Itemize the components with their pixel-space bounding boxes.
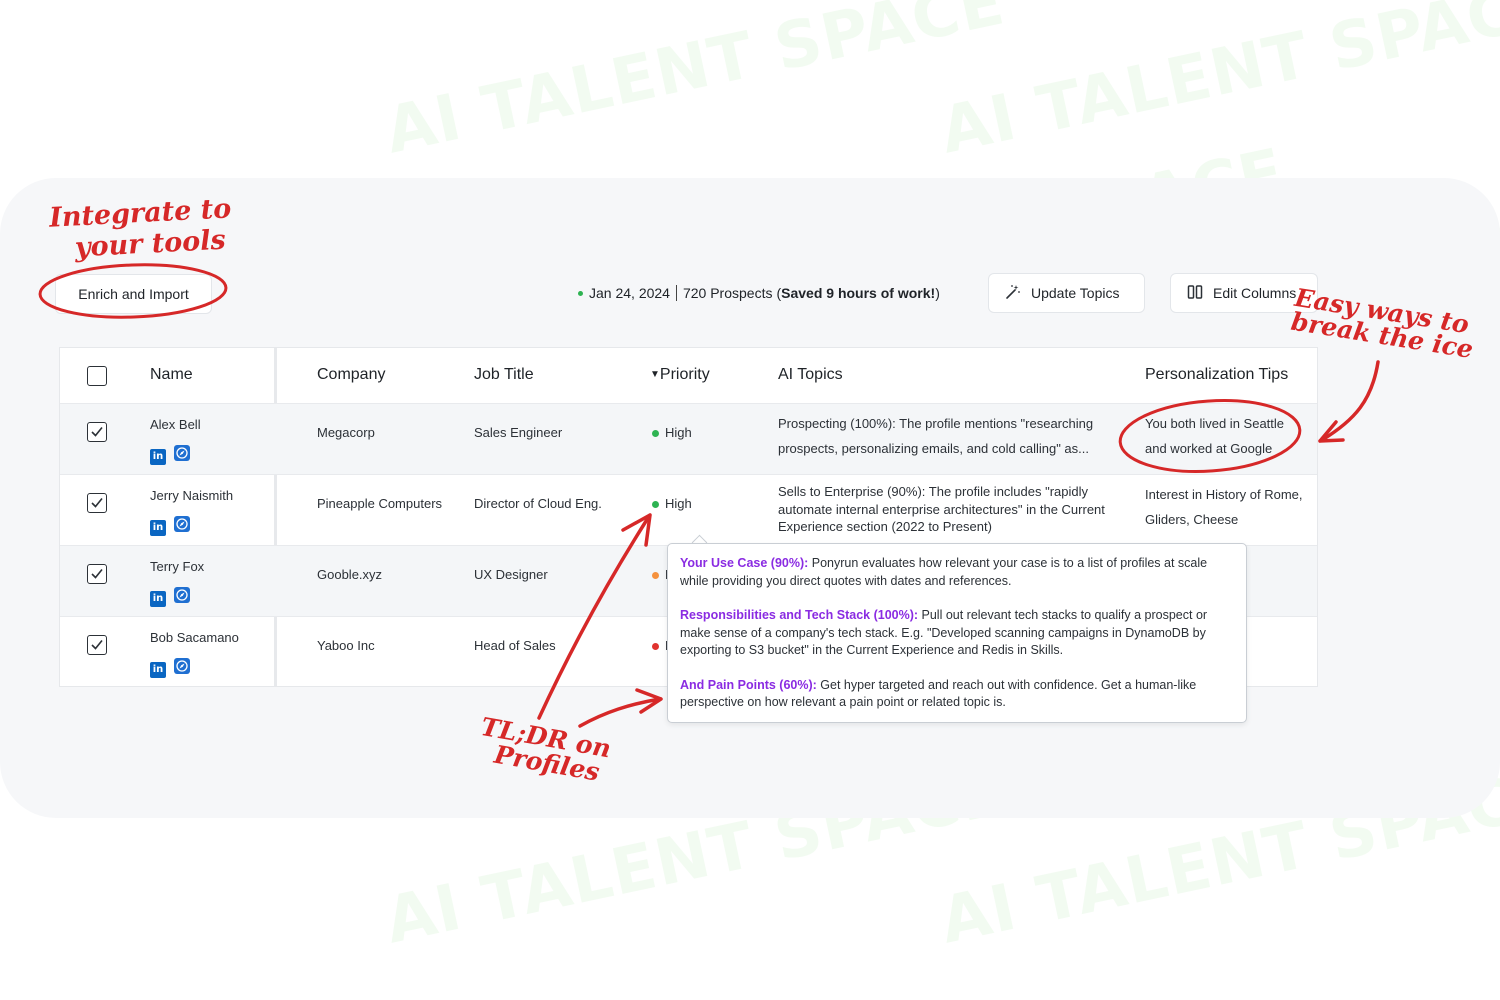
priority-low-dot	[652, 643, 659, 651]
ai-topics-cell[interactable]: Sells to Enterprise (90%): The profile i…	[778, 483, 1113, 536]
compass-icon[interactable]	[174, 516, 190, 532]
priority-label: High	[665, 496, 692, 511]
header-job-title[interactable]: Job Title	[474, 366, 534, 384]
header-ai-topics[interactable]: AI Topics	[778, 366, 843, 384]
tooltip-item-label: And Pain Points (60%):	[680, 677, 817, 692]
linkedin-icon[interactable]: in	[150, 519, 166, 536]
row-checkbox[interactable]	[87, 422, 107, 442]
profile-links: in	[150, 516, 190, 536]
ai-topics-cell[interactable]: Prospecting (100%): The profile mentions…	[778, 411, 1113, 461]
priority-medium-dot	[652, 572, 659, 580]
watermark: AI TALENT SPACE	[379, 0, 1011, 169]
profile-links: in	[150, 587, 190, 607]
job-title-cell: Director of Cloud Eng.	[474, 496, 602, 511]
status-prospects: 720 Prospects	[682, 285, 773, 301]
linkedin-icon[interactable]: in	[150, 448, 166, 465]
ai-topics-tooltip: Your Use Case (90%): Ponyrun evaluates h…	[667, 543, 1247, 723]
header-name[interactable]: Name	[150, 366, 193, 384]
status-summary: Jan 24, 2024 720 Prospects ( Saved 9 hou…	[578, 285, 940, 301]
priority-cell: High	[652, 496, 692, 511]
company-cell: Megacorp	[317, 425, 375, 440]
company-cell: Yaboo Inc	[317, 638, 375, 653]
enrich-import-label: Enrich and Import	[78, 286, 189, 302]
prospect-name[interactable]: Jerry Naismith	[150, 488, 233, 503]
sort-desc-icon: ▼	[650, 369, 660, 380]
profile-links: in	[150, 658, 190, 678]
tooltip-item: And Pain Points (60%): Get hyper targete…	[680, 677, 1234, 712]
row-checkbox[interactable]	[87, 564, 107, 584]
prospect-name[interactable]: Terry Fox	[150, 559, 204, 574]
update-topics-label: Update Topics	[1031, 285, 1120, 301]
table-row[interactable]: Alex Bell in Megacorp Sales Engineer Hig…	[60, 403, 1317, 475]
status-saved-close: )	[935, 285, 940, 301]
compass-icon[interactable]	[174, 587, 190, 603]
annotation-integrate: Integrate to your tools	[49, 193, 234, 264]
personalization-cell: You both lived in Seattle and worked at …	[1145, 416, 1285, 456]
edit-columns-label: Edit Columns	[1213, 285, 1297, 301]
linkedin-icon[interactable]: in	[150, 590, 166, 607]
company-cell: Gooble.xyz	[317, 567, 383, 582]
linkedin-icon[interactable]: in	[150, 661, 166, 678]
priority-cell: High	[652, 425, 692, 440]
priority-high-dot	[652, 501, 659, 509]
job-title-cell: UX Designer	[474, 567, 548, 582]
profile-links: in	[150, 445, 190, 465]
header-priority[interactable]: ▼Priority	[650, 366, 710, 384]
status-separator	[675, 285, 677, 301]
header-company[interactable]: Company	[317, 366, 385, 384]
compass-icon[interactable]	[174, 658, 190, 674]
tooltip-item: Your Use Case (90%): Ponyrun evaluates h…	[680, 555, 1234, 590]
status-date: Jan 24, 2024	[589, 285, 670, 301]
company-cell: Pineapple Computers	[317, 496, 443, 511]
job-title-cell: Sales Engineer	[474, 425, 563, 440]
status-saved: Saved 9 hours of work!	[781, 285, 936, 301]
prospect-name[interactable]: Bob Sacamano	[150, 630, 239, 645]
tooltip-item-label: Your Use Case (90%):	[680, 556, 809, 570]
update-topics-button[interactable]: Update Topics	[988, 273, 1145, 313]
watermark: AI TALENT SPACE	[934, 0, 1500, 169]
row-checkbox[interactable]	[87, 493, 107, 513]
job-title-cell: Head of Sales	[474, 638, 556, 653]
magic-wand-icon	[1005, 284, 1021, 303]
select-all-checkbox[interactable]	[87, 366, 107, 386]
priority-label: High	[665, 425, 692, 440]
tooltip-item-label: Responsibilities and Tech Stack (100%):	[680, 608, 919, 622]
tooltip-item: Responsibilities and Tech Stack (100%): …	[680, 607, 1234, 660]
prospect-name[interactable]: Alex Bell	[150, 417, 201, 432]
priority-high-dot	[652, 430, 659, 438]
row-checkbox[interactable]	[87, 635, 107, 655]
personalization-cell: Interest in History of Rome, Gliders, Ch…	[1145, 487, 1303, 527]
status-dot	[578, 290, 583, 296]
header-personalization[interactable]: Personalization Tips	[1145, 366, 1288, 384]
compass-icon[interactable]	[174, 445, 190, 461]
enrich-import-button[interactable]: Enrich and Import	[55, 274, 212, 314]
columns-icon	[1187, 284, 1203, 303]
table-row[interactable]: Jerry Naismith in Pineapple Computers Di…	[60, 474, 1317, 546]
header-priority-label: Priority	[659, 366, 710, 383]
